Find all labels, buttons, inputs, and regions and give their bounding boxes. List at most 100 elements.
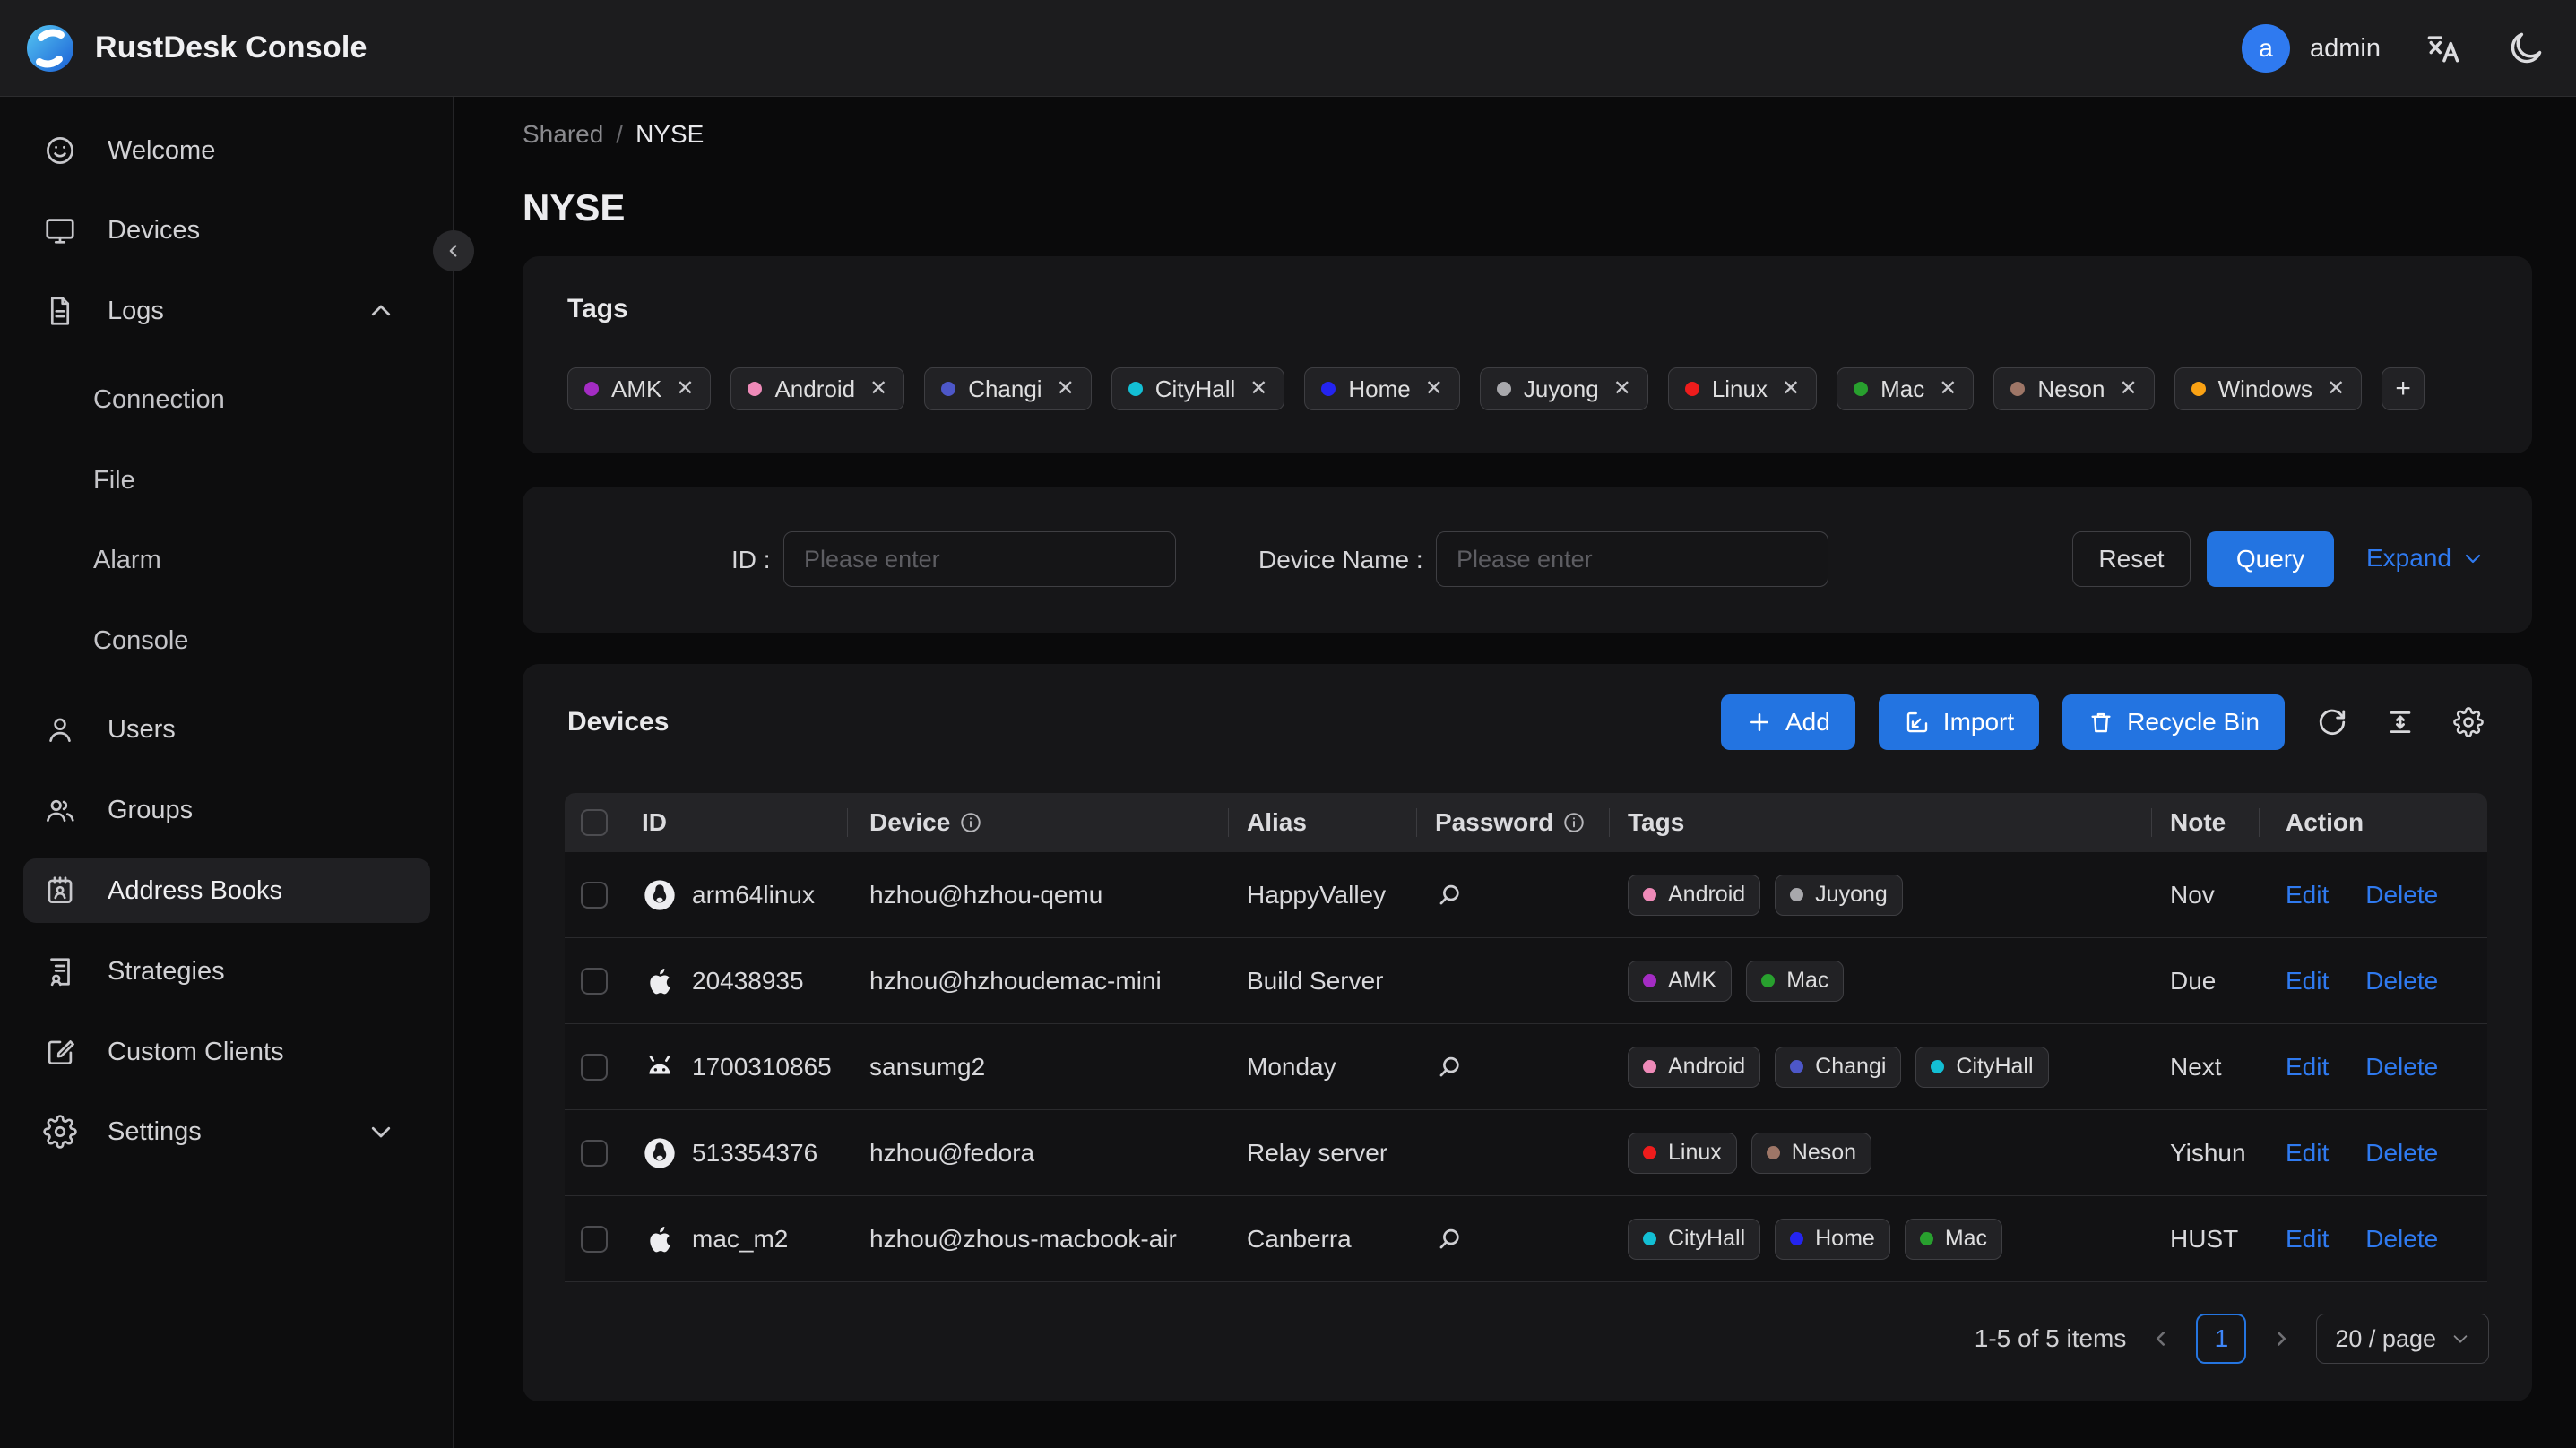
breadcrumb-shared[interactable]: Shared (523, 120, 603, 149)
edit-link[interactable]: Edit (2286, 881, 2329, 909)
view-password-icon[interactable] (1435, 1225, 1464, 1254)
device-name-label: Device Name : (1258, 546, 1423, 573)
edit-link[interactable]: Edit (2286, 1053, 2329, 1082)
delete-link[interactable]: Delete (2365, 967, 2438, 996)
delete-link[interactable]: Delete (2365, 1053, 2438, 1082)
close-icon[interactable]: ✕ (869, 378, 887, 400)
sidebar-item-label: Strategies (108, 956, 225, 986)
add-button[interactable]: Add (1720, 694, 1855, 750)
row-checkbox[interactable] (581, 1139, 608, 1167)
device-name: hzhou@fedora (869, 1138, 1035, 1167)
user-menu[interactable]: a admin (2242, 24, 2381, 73)
view-password-icon[interactable] (1435, 1053, 1464, 1082)
tag-chip-home[interactable]: Home ✕ (1304, 367, 1460, 410)
device-alias: HappyValley (1247, 880, 1387, 909)
tag-chip-linux: Linux (1628, 1132, 1737, 1174)
page-number[interactable]: 1 (2196, 1314, 2247, 1364)
row-checkbox[interactable] (581, 967, 608, 995)
tag-chip-changi[interactable]: Changi ✕ (924, 367, 1092, 410)
sidebar-item-strategies[interactable]: Strategies (23, 939, 430, 1004)
refresh-icon[interactable] (2312, 702, 2353, 743)
delete-link[interactable]: Delete (2365, 1225, 2438, 1254)
device-name-input[interactable] (1436, 531, 1828, 587)
close-icon[interactable]: ✕ (1613, 378, 1631, 400)
sidebar-item-custom-clients[interactable]: Custom Clients (23, 1020, 430, 1084)
sidebar-item-file[interactable]: File (23, 448, 430, 513)
close-icon[interactable]: ✕ (1249, 378, 1267, 400)
dark-mode-icon[interactable] (2506, 29, 2546, 68)
delete-link[interactable]: Delete (2365, 1139, 2438, 1168)
edit-link[interactable]: Edit (2286, 967, 2329, 996)
expand-link[interactable]: Expand (2366, 544, 2484, 573)
tag-chip-cityhall[interactable]: CityHall ✕ (1111, 367, 1285, 410)
query-button[interactable]: Query (2207, 531, 2334, 587)
add-tag-button[interactable]: + (2382, 367, 2425, 410)
tag-chip-juyong[interactable]: Juyong ✕ (1479, 367, 1648, 410)
import-button[interactable]: Import (1878, 694, 2040, 750)
row-checkbox[interactable] (581, 1225, 608, 1253)
devices-card-title: Devices (567, 707, 670, 737)
device-alias: Build Server (1247, 966, 1384, 995)
tag-color-dot (1321, 382, 1336, 396)
tag-chip-windows[interactable]: Windows ✕ (2174, 367, 2363, 410)
sidebar-item-welcome[interactable]: Welcome (23, 118, 430, 183)
tag-label: CityHall (1154, 375, 1236, 402)
next-page-icon[interactable] (2269, 1327, 2293, 1350)
tag-color-dot (1643, 1060, 1656, 1073)
close-icon[interactable]: ✕ (1782, 378, 1800, 400)
device-name: sansumg2 (869, 1052, 986, 1081)
tag-chip-mac[interactable]: Mac ✕ (1837, 367, 1975, 410)
tag-color-dot (2010, 382, 2026, 396)
breadcrumb-separator: / (616, 120, 624, 148)
sidebar-item-groups[interactable]: Groups (23, 778, 430, 842)
sidebar-item-address-books[interactable]: Address Books (23, 858, 430, 923)
recycle-bin-button[interactable]: Recycle Bin (2062, 694, 2285, 750)
sidebar-item-logs[interactable]: Logs (23, 279, 430, 343)
tag-chip-android[interactable]: Android ✕ (730, 367, 905, 410)
id-input[interactable] (783, 531, 1176, 587)
file-text-icon (43, 294, 77, 328)
device-id: 20438935 (692, 966, 804, 995)
tag-label: Juyong (1523, 375, 1599, 402)
row-checkbox[interactable] (581, 1053, 608, 1081)
select-all-checkbox[interactable] (581, 809, 608, 836)
tag-chip-amk[interactable]: AMK ✕ (567, 367, 712, 410)
view-password-icon[interactable] (1435, 881, 1464, 909)
edit-link[interactable]: Edit (2286, 1225, 2329, 1254)
device-note: Nov (2170, 880, 2215, 909)
tag-chip-changi: Changi (1775, 1046, 1902, 1088)
sidebar-item-connection[interactable]: Connection (23, 367, 430, 432)
sidebar-item-alarm[interactable]: Alarm (23, 528, 430, 592)
tag-color-dot (1766, 1146, 1780, 1159)
close-icon[interactable]: ✕ (1057, 378, 1075, 400)
language-icon[interactable] (2424, 29, 2463, 68)
sidebar-item-console[interactable]: Console (23, 608, 430, 673)
close-icon[interactable]: ✕ (2327, 378, 2345, 400)
sidebar-item-devices[interactable]: Devices (23, 198, 430, 263)
tags-card-title: Tags (567, 294, 628, 323)
close-icon[interactable]: ✕ (1425, 378, 1443, 400)
page-size-select[interactable]: 20 / page (2316, 1314, 2489, 1364)
close-icon[interactable]: ✕ (676, 378, 694, 400)
reset-button[interactable]: Reset (2072, 531, 2191, 587)
chevron-down-icon (2453, 1335, 2468, 1343)
sidebar-collapse-button[interactable] (433, 230, 474, 272)
tag-chip-amk: AMK (1628, 960, 1733, 1002)
sidebar-item-settings[interactable]: Settings (23, 1099, 430, 1164)
close-icon[interactable]: ✕ (1939, 378, 1957, 400)
edit-link[interactable]: Edit (2286, 1139, 2329, 1168)
tag-chip-linux[interactable]: Linux ✕ (1667, 367, 1818, 410)
sidebar-item-users[interactable]: Users (23, 697, 430, 762)
column-height-icon[interactable] (2380, 702, 2421, 743)
chevron-down-icon (2465, 554, 2481, 564)
prev-page-icon[interactable] (2149, 1327, 2173, 1350)
table-settings-icon[interactable] (2448, 702, 2489, 743)
close-icon[interactable]: ✕ (2119, 378, 2137, 400)
avatar[interactable]: a (2242, 24, 2290, 73)
row-checkbox[interactable] (581, 881, 608, 909)
users-group-icon (43, 793, 77, 827)
trash-icon (2091, 712, 2111, 733)
delete-link[interactable]: Delete (2365, 881, 2438, 909)
sidebar-item-label: Address Books (108, 875, 283, 905)
tag-chip-neson[interactable]: Neson ✕ (1993, 367, 2155, 410)
